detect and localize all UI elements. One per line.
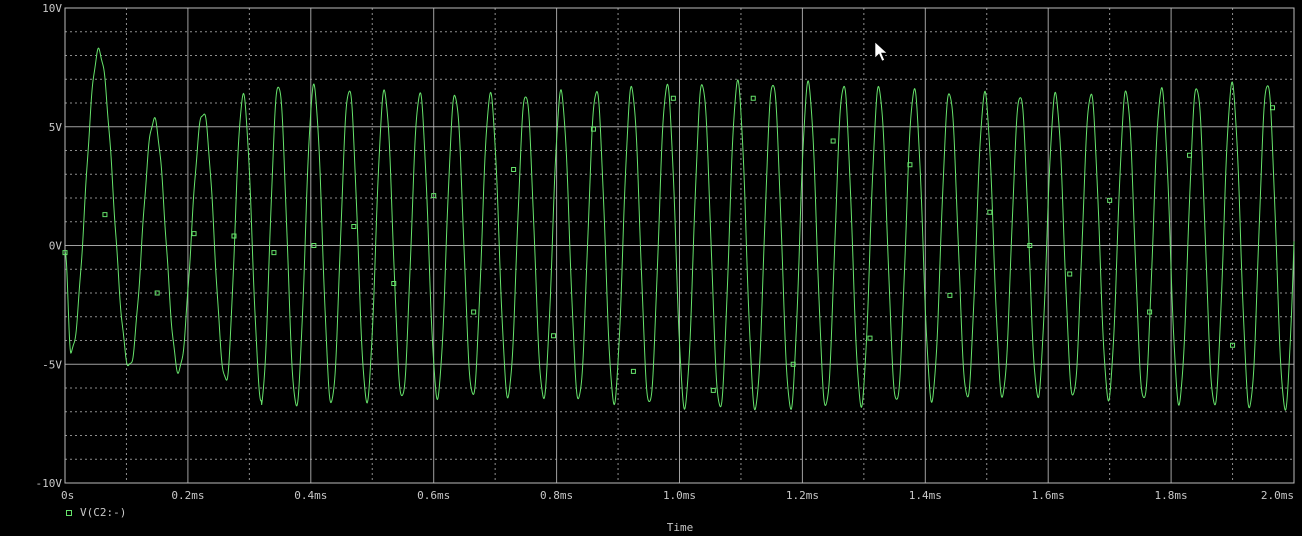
y-tick-label: -5V bbox=[42, 358, 62, 371]
x-tick-label: 0.4ms bbox=[294, 489, 327, 502]
x-tick-label: 0.8ms bbox=[540, 489, 573, 502]
y-tick-label: 0V bbox=[49, 240, 63, 253]
x-tick-label: 2.0ms bbox=[1261, 489, 1294, 502]
x-tick-label: 1.0ms bbox=[663, 489, 696, 502]
x-tick-label: 1.6ms bbox=[1032, 489, 1065, 502]
y-tick-label: 10V bbox=[42, 2, 62, 15]
x-tick-label: 1.4ms bbox=[909, 489, 942, 502]
x-tick-label: 1.8ms bbox=[1155, 489, 1188, 502]
waveform-plot: -10V -5V 0V 5V 10V 0s 0.2ms 0.4ms 0.6ms 0.8ms 1.0m… bbox=[0, 0, 1302, 536]
y-tick-label: 5V bbox=[49, 121, 63, 134]
x-tick-label: 0.2ms bbox=[171, 489, 204, 502]
plot-background bbox=[0, 0, 1302, 536]
x-axis-label: Time bbox=[667, 521, 694, 534]
x-tick-label: 0s bbox=[61, 489, 74, 502]
x-tick-label: 1.2ms bbox=[786, 489, 819, 502]
x-tick-label: 0.6ms bbox=[417, 489, 450, 502]
y-tick-label: -10V bbox=[36, 477, 63, 490]
legend-label: V(C2:-) bbox=[80, 506, 126, 519]
